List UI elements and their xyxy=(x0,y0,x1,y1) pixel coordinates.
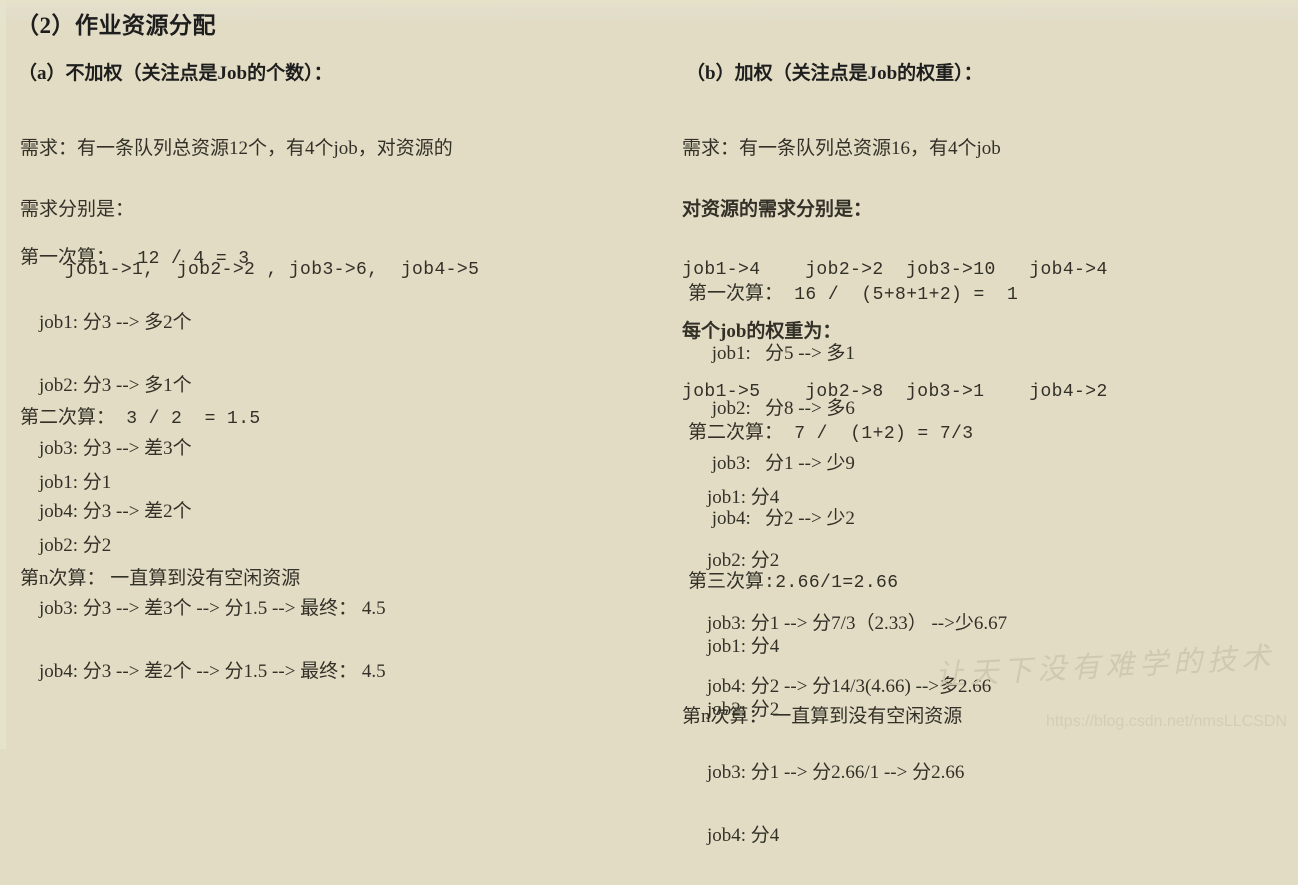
right-round2-header-expr: 7 / (1+2) = 7/3 xyxy=(783,424,974,444)
right-roundn-text: 第n次算： 一直算到没有空闲资源 xyxy=(682,706,963,727)
left-round1-row-1: job1: 分3 --> 多2个 xyxy=(20,312,192,333)
right-round3-header-cn: 第三次算 xyxy=(688,571,765,592)
right-round3-row-1: job1: 分4 xyxy=(688,636,780,657)
right-round3-row-4: job4: 分4 xyxy=(688,825,780,846)
page-left-edge xyxy=(0,0,6,749)
left-requirement-line-1: 需求：有一条队列总资源12个，有4个job，对资源的 xyxy=(20,138,453,159)
left-roundn-text: 第n次算： 一直算到没有空闲资源 xyxy=(20,568,301,589)
right-round2-row-1: job1: 分4 xyxy=(688,487,780,508)
right-section-title: （b）加权（关注点是Job的权重）： xyxy=(686,63,983,84)
page-title: （2）作业资源分配 xyxy=(16,13,216,38)
right-roundn-block: 第n次算： 一直算到没有空闲资源 xyxy=(682,665,962,764)
left-roundn-block: 第n次算： 一直算到没有空闲资源 xyxy=(20,527,300,626)
right-requirement-line-1: 需求：有一条队列总资源16，有4个job xyxy=(682,138,1001,159)
left-round2-row-4: job4: 分3 --> 差2个 --> 分1.5 --> 最终： 4.5 xyxy=(20,661,386,682)
left-round1-header: 第一次算： 12 / 4 = 3 xyxy=(20,244,249,273)
left-round2-header-expr: 3 / 2 = 1.5 xyxy=(115,409,261,429)
right-round1-header-cn: 第一次算： xyxy=(688,283,784,304)
slide-page: （2）作业资源分配 （a）不加权（关注点是Job的个数）： 需求：有一条队列总资… xyxy=(0,0,1298,846)
left-round2-row-1: job1: 分1 xyxy=(20,472,112,493)
right-demand-label: 对资源的需求分别是： xyxy=(682,199,873,220)
right-round2-header-cn: 第二次算： xyxy=(688,422,784,443)
right-round1-row-1: job1: 分5 --> 多1 xyxy=(688,343,855,364)
left-section-title: （a）不加权（关注点是Job的个数）： xyxy=(18,63,333,84)
left-round2-header: 第二次算： 3 / 2 = 1.5 xyxy=(20,404,386,433)
right-round2-header: 第二次算： 7 / (1+2) = 7/3 xyxy=(688,419,1007,448)
source-url-watermark: https://blog.csdn.net/nmsLLCSDN xyxy=(1046,713,1288,730)
left-round1-header-expr: 12 / 4 = 3 xyxy=(115,249,250,269)
right-round3-header-expr: :2.66/1=2.66 xyxy=(764,573,899,593)
left-round1-header-cn: 第一次算： xyxy=(20,247,116,268)
left-round2-header-cn: 第二次算： xyxy=(20,407,116,428)
right-round3-header: 第三次算:2.66/1=2.66 xyxy=(688,568,964,597)
right-round1-header: 第一次算： 16 / (5+8+1+2) = 1 xyxy=(688,281,1018,308)
right-round1-header-expr: 16 / (5+8+1+2) = 1 xyxy=(783,285,1019,305)
